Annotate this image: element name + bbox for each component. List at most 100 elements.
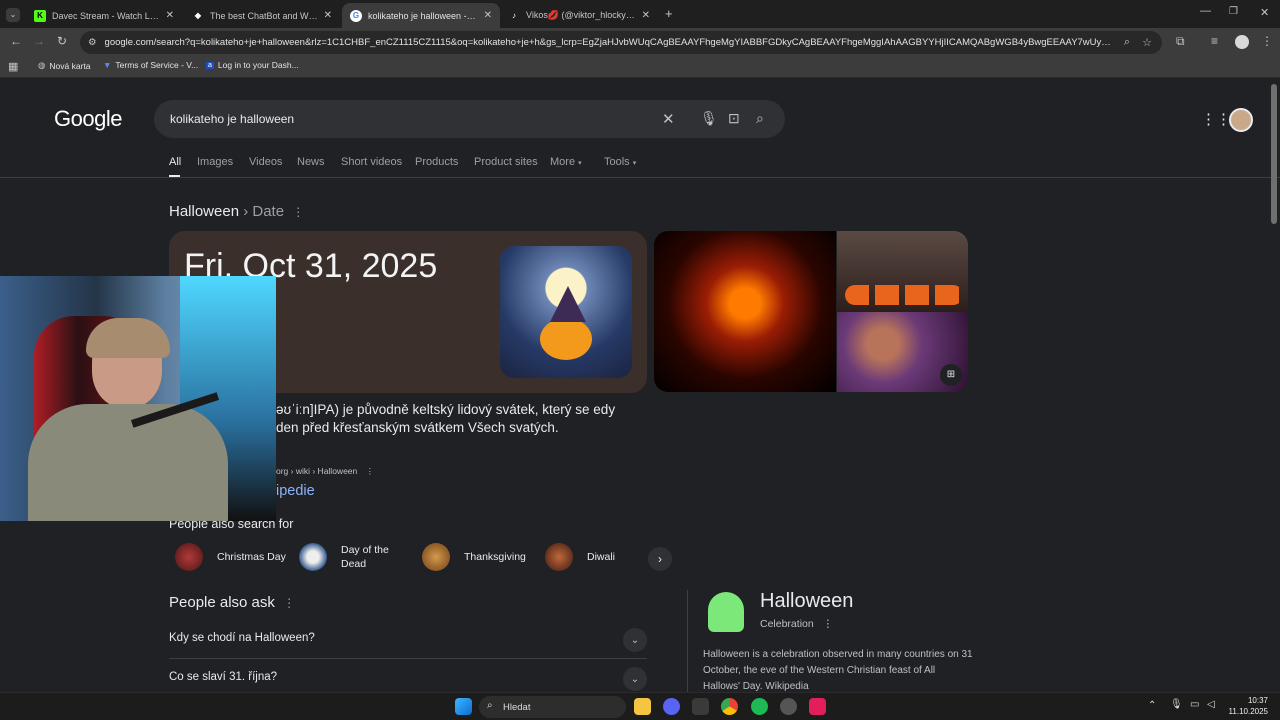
chevron-down-icon[interactable]: ⌄ [623,667,647,691]
more-options-icon[interactable]: ⋮ [283,596,295,610]
apps-grid-icon[interactable]: ▦ [8,60,18,73]
tab-images[interactable]: Images [197,156,233,168]
tab-search-icon[interactable]: ⌄ [6,8,20,22]
pumpkin-witch-image[interactable] [500,246,632,378]
profile-avatar[interactable] [1235,35,1249,49]
question-item[interactable]: Kdy se chodí na Halloween? ⌄ [169,628,647,652]
close-icon[interactable]: ✕ [166,10,174,21]
microphone-icon[interactable]: 🎙 [700,110,718,127]
close-icon[interactable]: ✕ [642,10,650,21]
more-options-icon[interactable]: ⋮ [366,466,375,476]
search-query: kolikateho je halloween [170,112,295,126]
bookmark-star-icon[interactable]: ☆ [1142,36,1152,49]
kick-icon: K [34,9,46,22]
discord-icon[interactable] [663,698,680,715]
site-info-icon[interactable]: ⚙ [88,37,97,48]
question-divider [169,658,647,659]
wiki-source: org › wiki › Halloween ⋮ [276,466,375,476]
kids-costumes-image[interactable] [837,231,968,311]
new-tab-icon[interactable]: + [665,6,673,21]
search-icon[interactable]: ⌕ [756,110,764,127]
pumpkin-head-image[interactable]: ⊞ [837,312,968,392]
tab-tools[interactable]: Tools ▾ [604,156,636,168]
media-control-icon[interactable]: ≡ [1211,34,1218,48]
forward-icon[interactable]: → [33,34,45,48]
tab-google-search[interactable]: G kolikateho je halloween - Goog ✕ [342,3,500,28]
tab-product-sites[interactable]: Product sites [474,156,538,168]
dropdown-icon: ▾ [578,160,582,167]
window-close-icon[interactable]: ✕ [1260,6,1269,19]
windows-taskbar: ⌕ Hledat ⌃ 🎙 ▭ ◁ 10:37 11.10.2025 [0,692,1280,720]
search-input[interactable]: kolikateho je halloween ✕ 🎙 ⊡ ⌕ [154,100,785,138]
pumpkins-row-shape [845,285,963,305]
jack-o-lantern-image[interactable] [654,231,836,392]
network-icon[interactable]: ▭ [1190,699,1199,710]
diwali-thumbnail [545,543,573,571]
dashboard-icon: a [206,61,214,69]
tab-all[interactable]: All [169,156,181,168]
tab-videos[interactable]: Videos [249,156,282,168]
tab-short-videos[interactable]: Short videos [341,156,402,168]
back-icon[interactable]: ← [10,34,22,48]
people-also-ask-heading: People also ask ⋮ [169,594,296,611]
windows-start-icon[interactable] [455,698,472,715]
obs-icon[interactable] [692,698,709,715]
close-icon[interactable]: ✕ [324,10,332,21]
close-icon[interactable]: ✕ [484,10,492,21]
apps-grid-icon[interactable]: ⋮⋮ [1201,110,1231,128]
clear-icon[interactable]: ✕ [662,110,675,128]
google-logo[interactable]: Google [54,106,122,132]
address-bar[interactable]: ⚙ google.com/search?q=kolikateho+je+hall… [80,31,1162,54]
bookmark-new-tab[interactable]: ◍ Nová karta [38,60,91,71]
question-item[interactable]: Co se slaví 31. října? ⌄ [169,667,647,691]
zoom-icon[interactable]: ⌕ [1124,36,1130,49]
google-icon: G [350,9,362,22]
chip-diwali[interactable]: Diwali [545,543,615,571]
volume-icon[interactable]: ◁ [1207,699,1215,710]
reload-icon[interactable]: ↻ [57,34,67,48]
knowledge-panel-divider [687,590,688,692]
minimize-icon[interactable]: — [1200,5,1211,17]
taskbar-search[interactable]: ⌕ Hledat [479,696,626,718]
chip-day-of-the-dead[interactable]: Day of the Dead [299,543,401,571]
more-options-icon[interactable]: ⋮ [823,618,834,630]
extensions-icon[interactable]: ⧉ [1176,34,1185,49]
restore-icon[interactable]: ❐ [1229,6,1238,17]
bookmark-terms[interactable]: ▼ Terms of Service - V... [103,60,198,70]
more-options-icon[interactable]: ⋮ [292,205,304,219]
tab-more[interactable]: More ▾ [550,156,582,168]
tab-news[interactable]: News [297,156,325,168]
image-search-icon[interactable]: ⊞ [940,364,962,386]
chip-christmas-day[interactable]: Christmas Day [175,543,286,571]
page-scrollbar[interactable] [1271,84,1277,224]
account-avatar[interactable] [1229,108,1253,132]
chevron-right-icon: › [658,552,662,566]
steam-icon[interactable] [780,698,797,715]
tiktok-app-icon[interactable] [809,698,826,715]
tray-chevron-icon[interactable]: ⌃ [1148,700,1156,711]
spotify-icon[interactable] [751,698,768,715]
chip-thanksgiving[interactable]: Thanksgiving [422,543,526,571]
tab-botrix[interactable]: ◆ The best ChatBot and Widgets ✕ [184,3,340,28]
botrix-icon: ◆ [194,11,202,20]
lens-icon[interactable]: ⊡ [728,110,740,127]
christmas-thumbnail [175,543,203,571]
webcam-overlay [0,276,276,521]
ghost-icon [708,592,744,632]
tab-kick[interactable]: K Davec Stream - Watch Live on K ✕ [26,3,182,28]
knowledge-panel-subtitle: Celebration ⋮ [760,618,834,630]
chevron-down-icon[interactable]: ⌄ [623,628,647,652]
tab-tiktok[interactable]: ♪ Vikos💋 (@viktor_hlocky) | TikT ✕ [500,3,658,28]
chips-next-button[interactable]: › [648,547,672,571]
bookmark-dashboard[interactable]: a Log in to your Dash... [206,60,299,70]
tray-microphone-icon[interactable]: 🎙 [1170,699,1183,710]
tab-products[interactable]: Products [415,156,458,168]
thanksgiving-thumbnail [422,543,450,571]
pumpkin-shape [540,318,592,360]
menu-icon[interactable]: ⋮ [1261,34,1273,48]
wikipedia-link[interactable]: ipedie [276,483,315,499]
file-explorer-icon[interactable] [634,698,651,715]
browser-toolbar: ← → ↻ ⚙ google.com/search?q=kolikateho+j… [0,28,1280,56]
taskbar-clock[interactable]: 10:37 11.10.2025 [1229,695,1268,717]
chrome-icon[interactable] [721,698,738,715]
